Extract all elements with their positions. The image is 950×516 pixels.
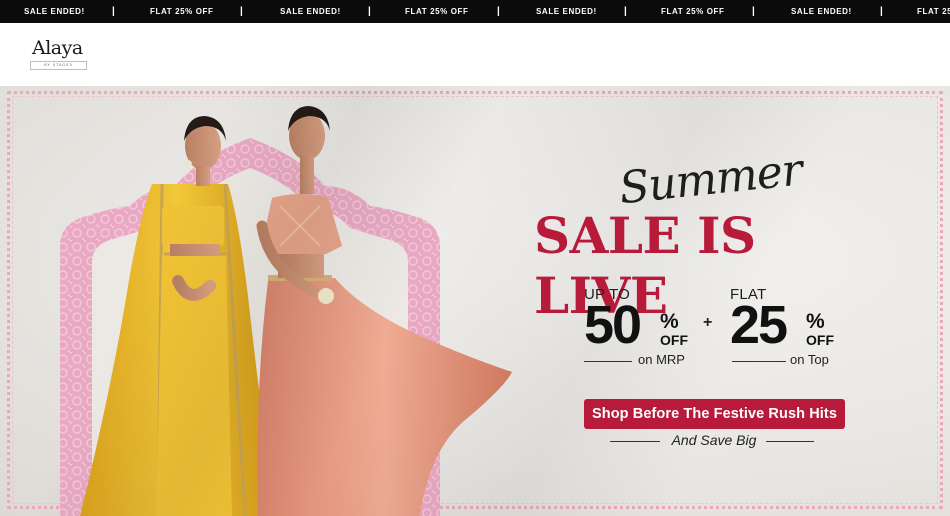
ticker-separator: | [497, 6, 500, 17]
ticker-item: SALE ENDED! [24, 7, 85, 16]
offer-value: 25 [730, 295, 788, 355]
offer-value: 50 [584, 295, 642, 355]
ticker-item: FLAT 25% OFF [405, 7, 469, 16]
tagline-text: And Save Big [671, 432, 757, 448]
ticker-separator: | [240, 6, 243, 17]
offer-underline [732, 361, 786, 362]
offer-off: OFF [660, 332, 688, 348]
logo-subtitle-box: BY STAGE3 [30, 61, 87, 70]
ticker-separator: | [624, 6, 627, 17]
tagline-rule-left [610, 441, 660, 442]
ticker-item: SALE ENDED! [280, 7, 341, 16]
offer-off: OFF [806, 332, 834, 348]
ticker-item: SALE ENDED! [536, 7, 597, 16]
logo-subtitle: BY STAGE3 [44, 63, 73, 67]
tagline-rule-right [766, 441, 814, 442]
site-header: Alaya BY STAGE3 [0, 23, 950, 86]
ticker-separator: | [368, 6, 371, 17]
logo-wordmark: Alaya [32, 37, 83, 59]
ticker-separator: | [112, 6, 115, 17]
alaya-logo[interactable]: Alaya BY STAGE3 [30, 37, 90, 73]
ticker-item: FLAT 25% OFF [661, 7, 725, 16]
tagline: And Save Big [610, 432, 816, 450]
ticker-separator: | [880, 6, 883, 17]
offer-note: on MRP [638, 352, 685, 367]
announcement-ticker: SALE ENDED! | FLAT 25% OFF | SALE ENDED!… [0, 0, 950, 23]
offer-note: on Top [790, 352, 829, 367]
offer-percent: % [660, 310, 679, 333]
ticker-item: FLAT 25% OFF [150, 7, 214, 16]
shop-now-button[interactable]: Shop Before The Festive Rush Hits [584, 399, 845, 429]
offer-plus: + [703, 314, 713, 331]
hero-banner[interactable]: Summer SALE IS LIVE UP TO 50 % OFF on MR… [0, 86, 950, 516]
offer-underline [584, 361, 632, 362]
offer-percent: % [806, 310, 825, 333]
ticker-item: SALE ENDED! [791, 7, 852, 16]
ticker-item: FLAT 25 [917, 7, 950, 16]
ticker-separator: | [752, 6, 755, 17]
